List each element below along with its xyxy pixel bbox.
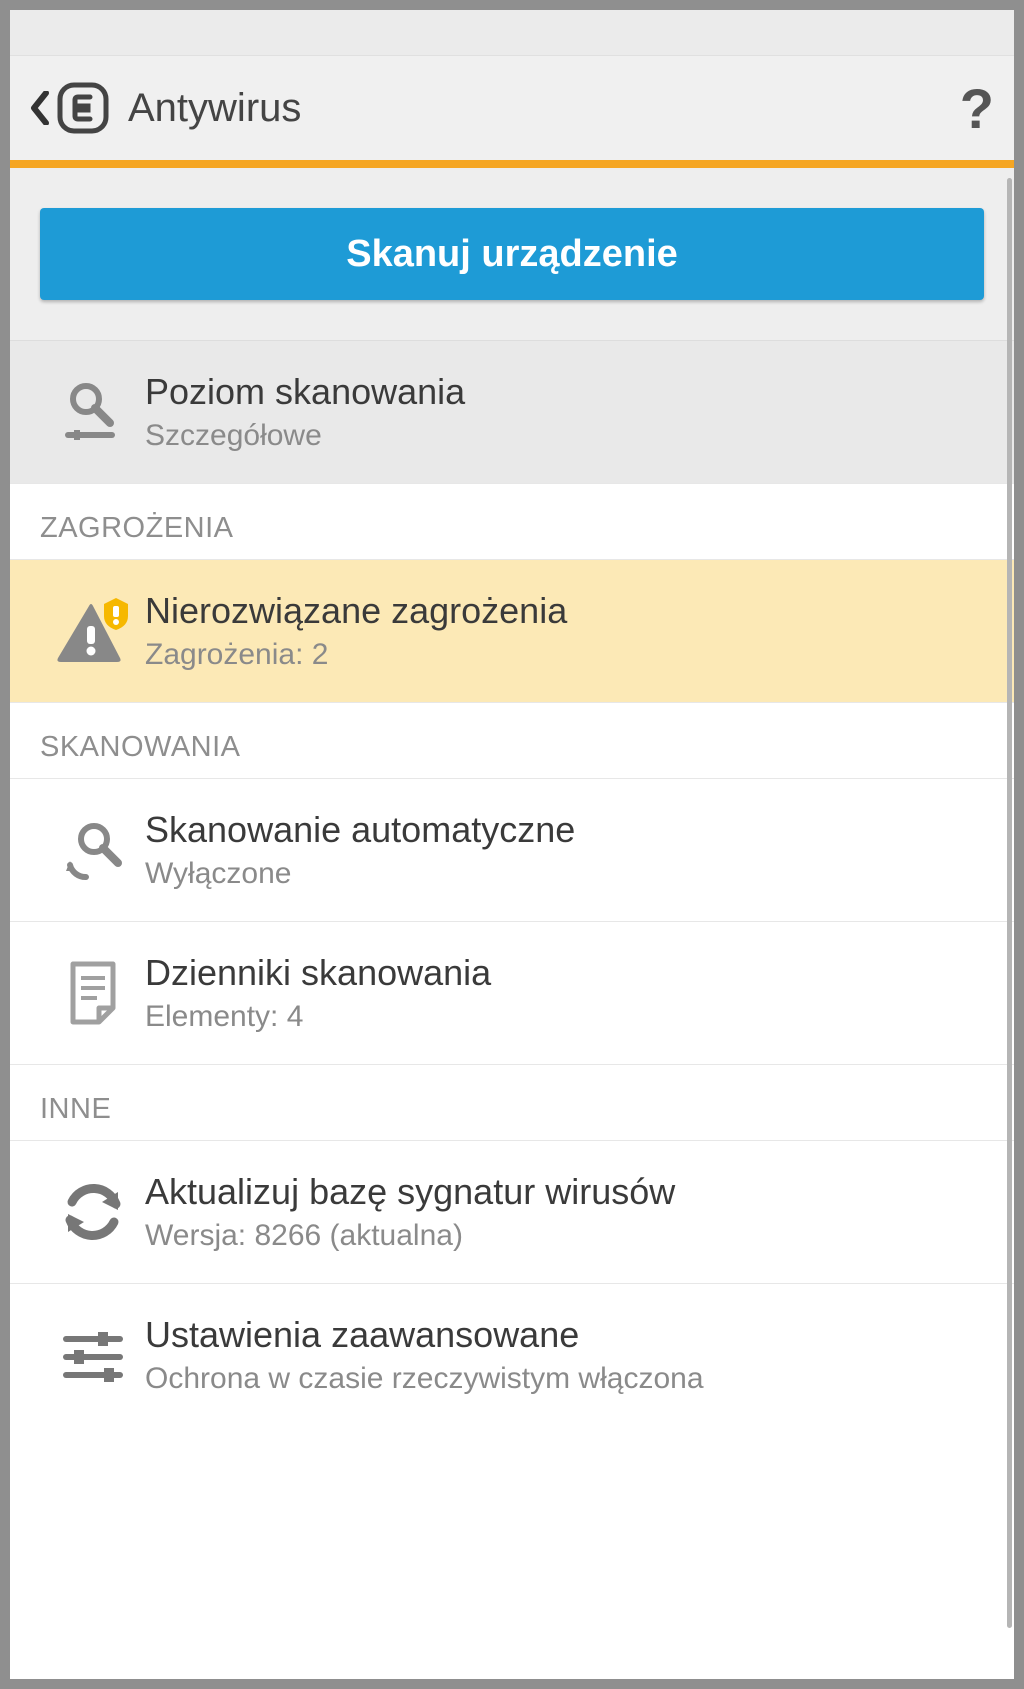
warning-icon (54, 598, 132, 664)
advanced-subtitle: Ochrona w czasie rzeczywistym włączona (145, 1362, 984, 1396)
update-db-subtitle: Wersja: 8266 (aktualna) (145, 1219, 984, 1253)
search-level-icon (60, 379, 126, 445)
advanced-settings-row[interactable]: Ustawienia zaawansowane Ochrona w czasie… (10, 1284, 1014, 1426)
threats-title: Nierozwiązane zagrożenia (145, 590, 984, 632)
scan-panel: Skanuj urządzenie (10, 168, 1014, 341)
scan-level-value: Szczegółowe (145, 419, 984, 453)
page-title: Antywirus (128, 86, 301, 131)
auto-scan-title: Skanowanie automatyczne (145, 809, 984, 851)
advanced-title: Ustawienia zaawansowane (145, 1314, 984, 1356)
update-db-title: Aktualizuj bazę sygnatur wirusów (145, 1171, 984, 1213)
eset-logo-icon (56, 81, 110, 135)
auto-scan-icon (60, 817, 126, 883)
log-icon (63, 960, 123, 1026)
scrollbar[interactable] (1007, 178, 1012, 1628)
refresh-icon (60, 1182, 126, 1242)
app-header: Antywirus ? (10, 55, 1014, 160)
scan-device-button[interactable]: Skanuj urządzenie (40, 208, 984, 300)
auto-scan-subtitle: Wyłączone (145, 857, 984, 891)
section-scans: SKANOWANIA (10, 703, 1014, 779)
help-button[interactable]: ? (960, 76, 994, 141)
chevron-left-icon (30, 91, 50, 125)
threats-subtitle: Zagrożenia: 2 (145, 638, 984, 672)
back-button[interactable] (30, 81, 110, 135)
section-other: INNE (10, 1065, 1014, 1141)
scan-logs-title: Dzienniki skanowania (145, 952, 984, 994)
auto-scan-row[interactable]: Skanowanie automatyczne Wyłączone (10, 779, 1014, 922)
unresolved-threats-row[interactable]: Nierozwiązane zagrożenia Zagrożenia: 2 (10, 560, 1014, 703)
system-status-bar (10, 10, 1014, 55)
scan-level-row[interactable]: Poziom skanowania Szczegółowe (10, 341, 1014, 484)
scan-logs-subtitle: Elementy: 4 (145, 1000, 984, 1034)
content-scroll[interactable]: Skanuj urządzenie Poziom skanowania Szcz… (10, 168, 1014, 1679)
update-db-row[interactable]: Aktualizuj bazę sygnatur wirusów Wersja:… (10, 1141, 1014, 1284)
accent-bar (10, 160, 1014, 168)
sliders-icon (60, 1327, 126, 1383)
section-threats: ZAGROŻENIA (10, 484, 1014, 560)
scan-level-title: Poziom skanowania (145, 371, 984, 413)
scan-logs-row[interactable]: Dzienniki skanowania Elementy: 4 (10, 922, 1014, 1065)
